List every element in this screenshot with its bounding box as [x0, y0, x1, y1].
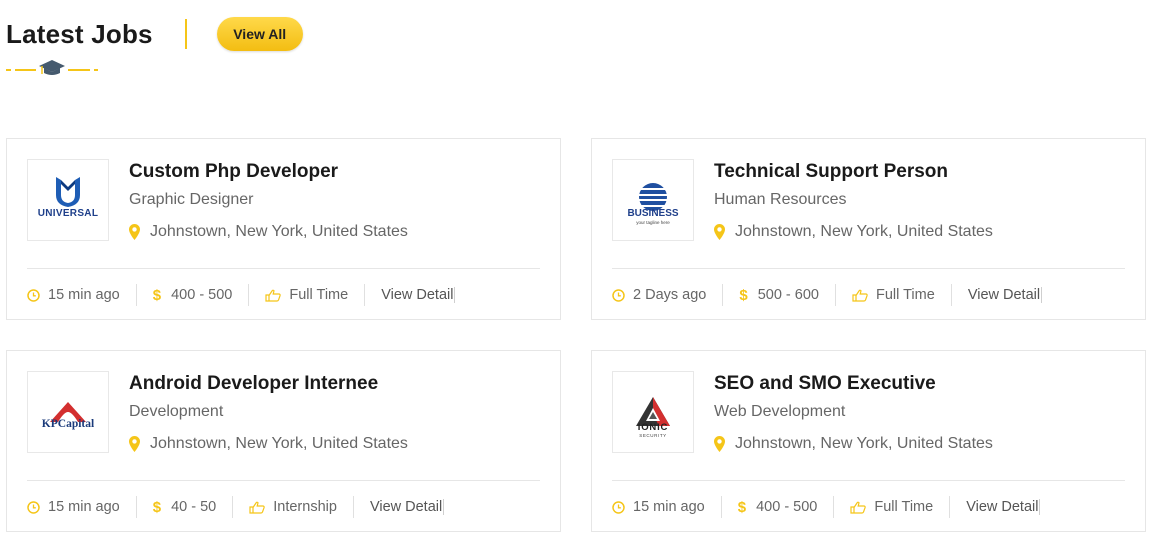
company-logo: UNIVERSAL	[27, 159, 109, 241]
salary: $ 500 - 600	[739, 284, 836, 306]
logo-tagline: SECURITY	[639, 433, 667, 438]
posted-time: 15 min ago	[27, 496, 137, 518]
job-title[interactable]: Technical Support Person	[714, 161, 948, 183]
job-location: Johnstown, New York, United States	[714, 435, 993, 453]
logo-text: BUSINESS	[627, 208, 679, 219]
posted-text: 15 min ago	[633, 499, 705, 515]
company-logo: BUSINESS your tagline here	[612, 159, 694, 241]
salary: $ 400 - 500	[738, 496, 835, 518]
job-type-text: Internship	[273, 499, 337, 515]
card-divider	[612, 480, 1125, 481]
job-location: Johnstown, New York, United States	[714, 223, 993, 241]
dollar-icon: $	[737, 498, 747, 516]
section-header: Latest Jobs View All	[6, 14, 303, 54]
view-detail-link[interactable]: View Detail	[966, 499, 1041, 515]
clock-icon	[612, 500, 625, 514]
card-divider	[27, 268, 540, 269]
card-divider	[27, 480, 540, 481]
graduation-cap-icon	[6, 60, 98, 75]
job-card[interactable]: UNIVERSAL Custom Php Developer Graphic D…	[6, 138, 561, 320]
logo-text: IONIC	[637, 422, 669, 433]
card-divider	[612, 268, 1125, 269]
clock-icon	[612, 288, 625, 302]
company-logo: IONIC SECURITY	[612, 371, 694, 453]
location-text: Johnstown, New York, United States	[150, 435, 408, 452]
job-type: Full Time	[850, 496, 951, 518]
job-type: Full Time	[265, 284, 366, 306]
posted-text: 15 min ago	[48, 499, 120, 515]
clock-icon	[27, 288, 40, 302]
job-location: Johnstown, New York, United States	[129, 435, 408, 453]
job-meta: 15 min ago $ 400 - 500 Full Time View De…	[27, 283, 456, 307]
job-meta: 15 min ago $ 40 - 50 Internship View Det…	[27, 495, 445, 519]
hand-pointer-icon	[850, 501, 867, 514]
salary-text: 400 - 500	[756, 499, 818, 515]
location-text: Johnstown, New York, United States	[150, 223, 408, 240]
dollar-icon: $	[152, 286, 162, 304]
job-type: Full Time	[852, 284, 952, 306]
posted-time: 15 min ago	[612, 496, 722, 518]
logo-text: KPCapital	[41, 418, 95, 430]
job-type-text: Full Time	[289, 287, 349, 303]
section-title: Latest Jobs	[6, 18, 153, 49]
hand-pointer-icon	[852, 289, 868, 302]
posted-time: 2 Days ago	[612, 284, 724, 306]
logo-tagline: your tagline here	[636, 220, 670, 225]
job-title[interactable]: Custom Php Developer	[129, 161, 338, 183]
dollar-icon: $	[152, 498, 162, 516]
view-detail-link[interactable]: View Detail	[968, 287, 1043, 303]
job-card[interactable]: IONIC SECURITY SEO and SMO Executive Web…	[591, 350, 1146, 532]
job-meta: 15 min ago $ 400 - 500 Full Time View De…	[612, 495, 1041, 519]
job-title[interactable]: Android Developer Internee	[129, 373, 378, 395]
company-logo: KPCapital	[27, 371, 109, 453]
hand-pointer-icon	[249, 501, 265, 514]
job-meta: 2 Days ago $ 500 - 600 Full Time View De…	[612, 283, 1043, 307]
job-title[interactable]: SEO and SMO Executive	[714, 373, 936, 395]
map-pin-icon	[129, 224, 140, 240]
location-text: Johnstown, New York, United States	[735, 435, 993, 452]
job-card[interactable]: BUSINESS your tagline here Technical Sup…	[591, 138, 1146, 320]
job-type: Internship	[249, 496, 354, 518]
view-all-button[interactable]: View All	[216, 17, 303, 51]
salary-text: 40 - 50	[171, 499, 217, 515]
job-location: Johnstown, New York, United States	[129, 223, 408, 241]
map-pin-icon	[714, 224, 725, 240]
posted-text: 15 min ago	[48, 287, 120, 303]
location-text: Johnstown, New York, United States	[735, 223, 993, 240]
salary: $ 40 - 50	[153, 496, 234, 518]
job-category: Graphic Designer	[129, 191, 254, 208]
dollar-icon: $	[739, 286, 748, 304]
job-category: Web Development	[714, 403, 846, 420]
job-category: Development	[129, 403, 224, 420]
view-detail-link[interactable]: View Detail	[370, 499, 445, 515]
clock-icon	[27, 500, 40, 514]
salary-text: 400 - 500	[171, 287, 233, 303]
posted-text: 2 Days ago	[633, 287, 707, 303]
posted-time: 15 min ago	[27, 284, 137, 306]
logo-text: UNIVERSAL	[37, 208, 99, 219]
job-type-text: Full Time	[875, 287, 935, 303]
view-detail-link[interactable]: View Detail	[381, 287, 456, 303]
hand-pointer-icon	[265, 289, 282, 302]
map-pin-icon	[714, 436, 725, 452]
salary-text: 500 - 600	[757, 287, 819, 303]
title-divider	[184, 19, 187, 49]
salary: $ 400 - 500	[153, 284, 250, 306]
job-category: Human Resources	[714, 191, 847, 208]
map-pin-icon	[129, 436, 140, 452]
job-card[interactable]: KPCapital Android Developer Internee Dev…	[6, 350, 561, 532]
job-type-text: Full Time	[874, 499, 934, 515]
